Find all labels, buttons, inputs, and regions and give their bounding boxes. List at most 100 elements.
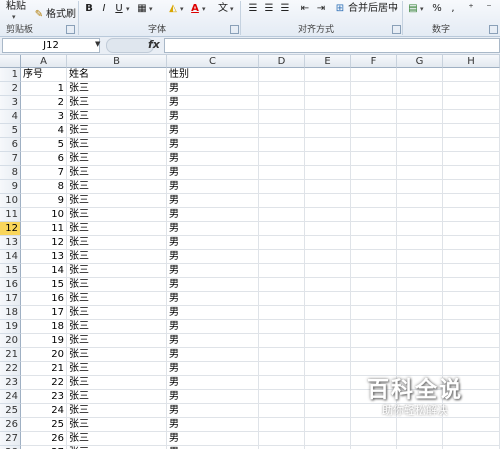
cell[interactable] xyxy=(259,306,305,320)
cell-b[interactable]: 张三 xyxy=(67,180,167,194)
paste-button[interactable]: 粘贴 xyxy=(6,0,26,14)
cell[interactable] xyxy=(443,138,500,152)
cell-c[interactable]: 男 xyxy=(167,264,259,278)
cell-a[interactable]: 19 xyxy=(21,334,67,348)
cell-a[interactable]: 4 xyxy=(21,124,67,138)
align-left-icon[interactable]: ☰ xyxy=(246,2,260,16)
clipboard-launcher-icon[interactable] xyxy=(66,25,75,34)
cell[interactable] xyxy=(397,306,443,320)
cell[interactable] xyxy=(259,390,305,404)
cell[interactable] xyxy=(351,432,397,446)
cell[interactable] xyxy=(305,292,351,306)
cell[interactable] xyxy=(443,320,500,334)
cell[interactable] xyxy=(443,152,500,166)
column-header-h[interactable]: H xyxy=(443,55,500,68)
cell[interactable] xyxy=(443,292,500,306)
cell[interactable] xyxy=(259,152,305,166)
cell-c[interactable]: 男 xyxy=(167,166,259,180)
cell-b[interactable]: 张三 xyxy=(67,250,167,264)
cell-b[interactable]: 张三 xyxy=(67,264,167,278)
cell-b[interactable]: 张三 xyxy=(67,222,167,236)
row-header[interactable]: 10 xyxy=(0,194,21,208)
cell[interactable] xyxy=(305,278,351,292)
cell-b[interactable]: 张三 xyxy=(67,306,167,320)
cell-c[interactable]: 男 xyxy=(167,404,259,418)
cell[interactable] xyxy=(397,418,443,432)
row-header[interactable]: 23 xyxy=(0,376,21,390)
cell[interactable] xyxy=(305,152,351,166)
underline-dropdown-icon[interactable]: ▾ xyxy=(126,2,130,16)
cell[interactable] xyxy=(351,152,397,166)
cell[interactable] xyxy=(397,110,443,124)
cell-c[interactable]: 男 xyxy=(167,124,259,138)
percent-button[interactable]: % xyxy=(430,2,444,16)
cell[interactable] xyxy=(351,110,397,124)
cell[interactable] xyxy=(305,180,351,194)
column-header-d[interactable]: D xyxy=(259,55,305,68)
cell-b[interactable]: 张三 xyxy=(67,348,167,362)
row-header[interactable]: 9 xyxy=(0,180,21,194)
cell-b[interactable]: 张三 xyxy=(67,418,167,432)
column-header-g[interactable]: G xyxy=(397,55,443,68)
cell[interactable] xyxy=(443,334,500,348)
row-header[interactable]: 2 xyxy=(0,82,21,96)
cell-c[interactable]: 男 xyxy=(167,292,259,306)
row-header[interactable]: 21 xyxy=(0,348,21,362)
cell-b[interactable]: 张三 xyxy=(67,194,167,208)
cell[interactable] xyxy=(305,138,351,152)
cell[interactable] xyxy=(259,208,305,222)
cell[interactable] xyxy=(397,96,443,110)
cell-a[interactable]: 11 xyxy=(21,222,67,236)
alignment-launcher-icon[interactable] xyxy=(392,25,401,34)
cell-c[interactable]: 男 xyxy=(167,138,259,152)
accounting-dropdown-icon[interactable]: ▾ xyxy=(420,2,424,16)
cell-c[interactable]: 男 xyxy=(167,376,259,390)
cell-b[interactable]: 张三 xyxy=(67,152,167,166)
row-header[interactable]: 13 xyxy=(0,236,21,250)
cell[interactable] xyxy=(351,194,397,208)
cell[interactable] xyxy=(351,348,397,362)
font-color-icon[interactable]: A xyxy=(188,2,202,16)
decrease-indent-icon[interactable]: ⇤ xyxy=(298,2,312,16)
cell[interactable] xyxy=(259,376,305,390)
cell-c[interactable]: 男 xyxy=(167,306,259,320)
cell-a[interactable]: 24 xyxy=(21,404,67,418)
font-color-dropdown-icon[interactable]: ▾ xyxy=(202,2,206,16)
italic-button[interactable]: I xyxy=(97,2,111,16)
accounting-format-icon[interactable]: ▤ xyxy=(406,2,420,16)
cell[interactable] xyxy=(351,82,397,96)
cell[interactable] xyxy=(259,236,305,250)
row-header[interactable]: 22 xyxy=(0,362,21,376)
cell[interactable] xyxy=(443,432,500,446)
cell-c[interactable]: 男 xyxy=(167,82,259,96)
cell[interactable] xyxy=(443,110,500,124)
cell[interactable] xyxy=(259,362,305,376)
cell-c[interactable]: 男 xyxy=(167,362,259,376)
cell[interactable] xyxy=(397,432,443,446)
cell[interactable] xyxy=(397,82,443,96)
cell-a[interactable]: 8 xyxy=(21,180,67,194)
column-header-a[interactable]: A xyxy=(21,55,67,68)
cell[interactable] xyxy=(397,152,443,166)
cell[interactable] xyxy=(259,110,305,124)
row-header[interactable]: 20 xyxy=(0,334,21,348)
row-header[interactable]: 14 xyxy=(0,250,21,264)
cell[interactable] xyxy=(397,320,443,334)
cell[interactable] xyxy=(259,166,305,180)
row-header[interactable]: 26 xyxy=(0,418,21,432)
cell-c[interactable]: 男 xyxy=(167,320,259,334)
cell[interactable] xyxy=(351,250,397,264)
cell-a[interactable]: 16 xyxy=(21,292,67,306)
cell-a[interactable]: 26 xyxy=(21,432,67,446)
borders-icon[interactable]: ▦ xyxy=(135,2,149,16)
cell[interactable] xyxy=(351,418,397,432)
cell-a[interactable]: 1 xyxy=(21,82,67,96)
cell[interactable] xyxy=(443,180,500,194)
cell[interactable] xyxy=(305,110,351,124)
cell-a[interactable]: 10 xyxy=(21,208,67,222)
cell[interactable] xyxy=(305,82,351,96)
cell-b[interactable]: 张三 xyxy=(67,334,167,348)
merge-center-icon[interactable]: ⊞ xyxy=(333,2,347,16)
cell[interactable] xyxy=(305,418,351,432)
cell[interactable] xyxy=(443,236,500,250)
